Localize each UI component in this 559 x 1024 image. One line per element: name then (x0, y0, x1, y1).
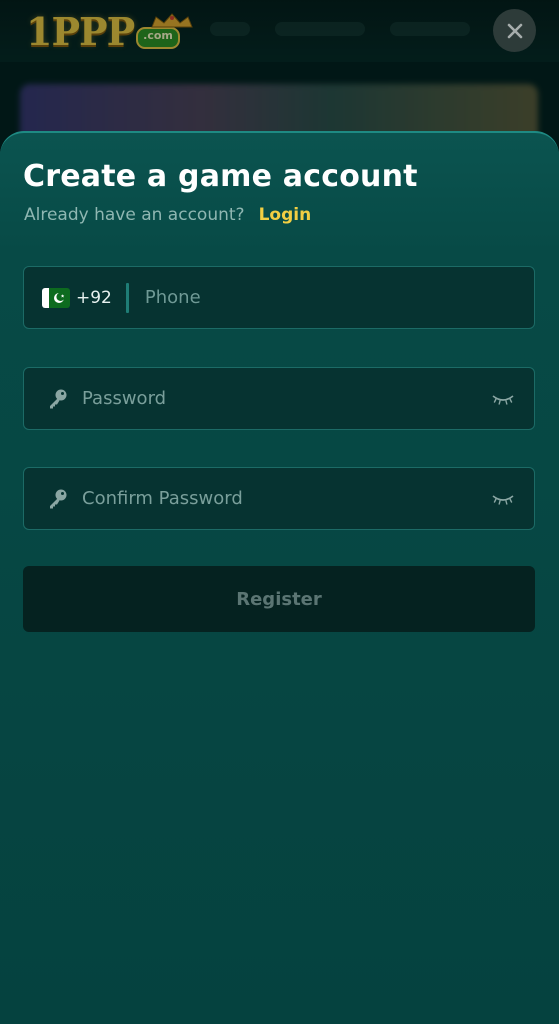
password-field[interactable] (23, 367, 535, 430)
key-icon (46, 387, 70, 411)
phone-field[interactable]: +92 (23, 266, 535, 329)
eye-closed-icon[interactable] (492, 392, 514, 406)
modal-backdrop (0, 0, 559, 150)
login-prompt-text: Already have an account? (24, 205, 245, 225)
phone-input[interactable] (142, 286, 534, 309)
key-icon (46, 487, 70, 511)
confirm-password-field[interactable] (23, 467, 535, 530)
page-title: Create a game account (23, 159, 418, 194)
confirm-password-input[interactable] (80, 487, 492, 510)
country-code[interactable]: +92 (76, 288, 112, 308)
eye-closed-icon[interactable] (492, 492, 514, 506)
register-sheet: Create a game account Already have an ac… (0, 131, 559, 1024)
register-button[interactable]: Register (23, 566, 535, 632)
password-input[interactable] (80, 387, 492, 410)
pakistan-flag-icon (42, 287, 70, 308)
field-divider (125, 282, 129, 313)
login-prompt: Already have an account? Login (24, 205, 311, 225)
login-link[interactable]: Login (259, 205, 312, 225)
